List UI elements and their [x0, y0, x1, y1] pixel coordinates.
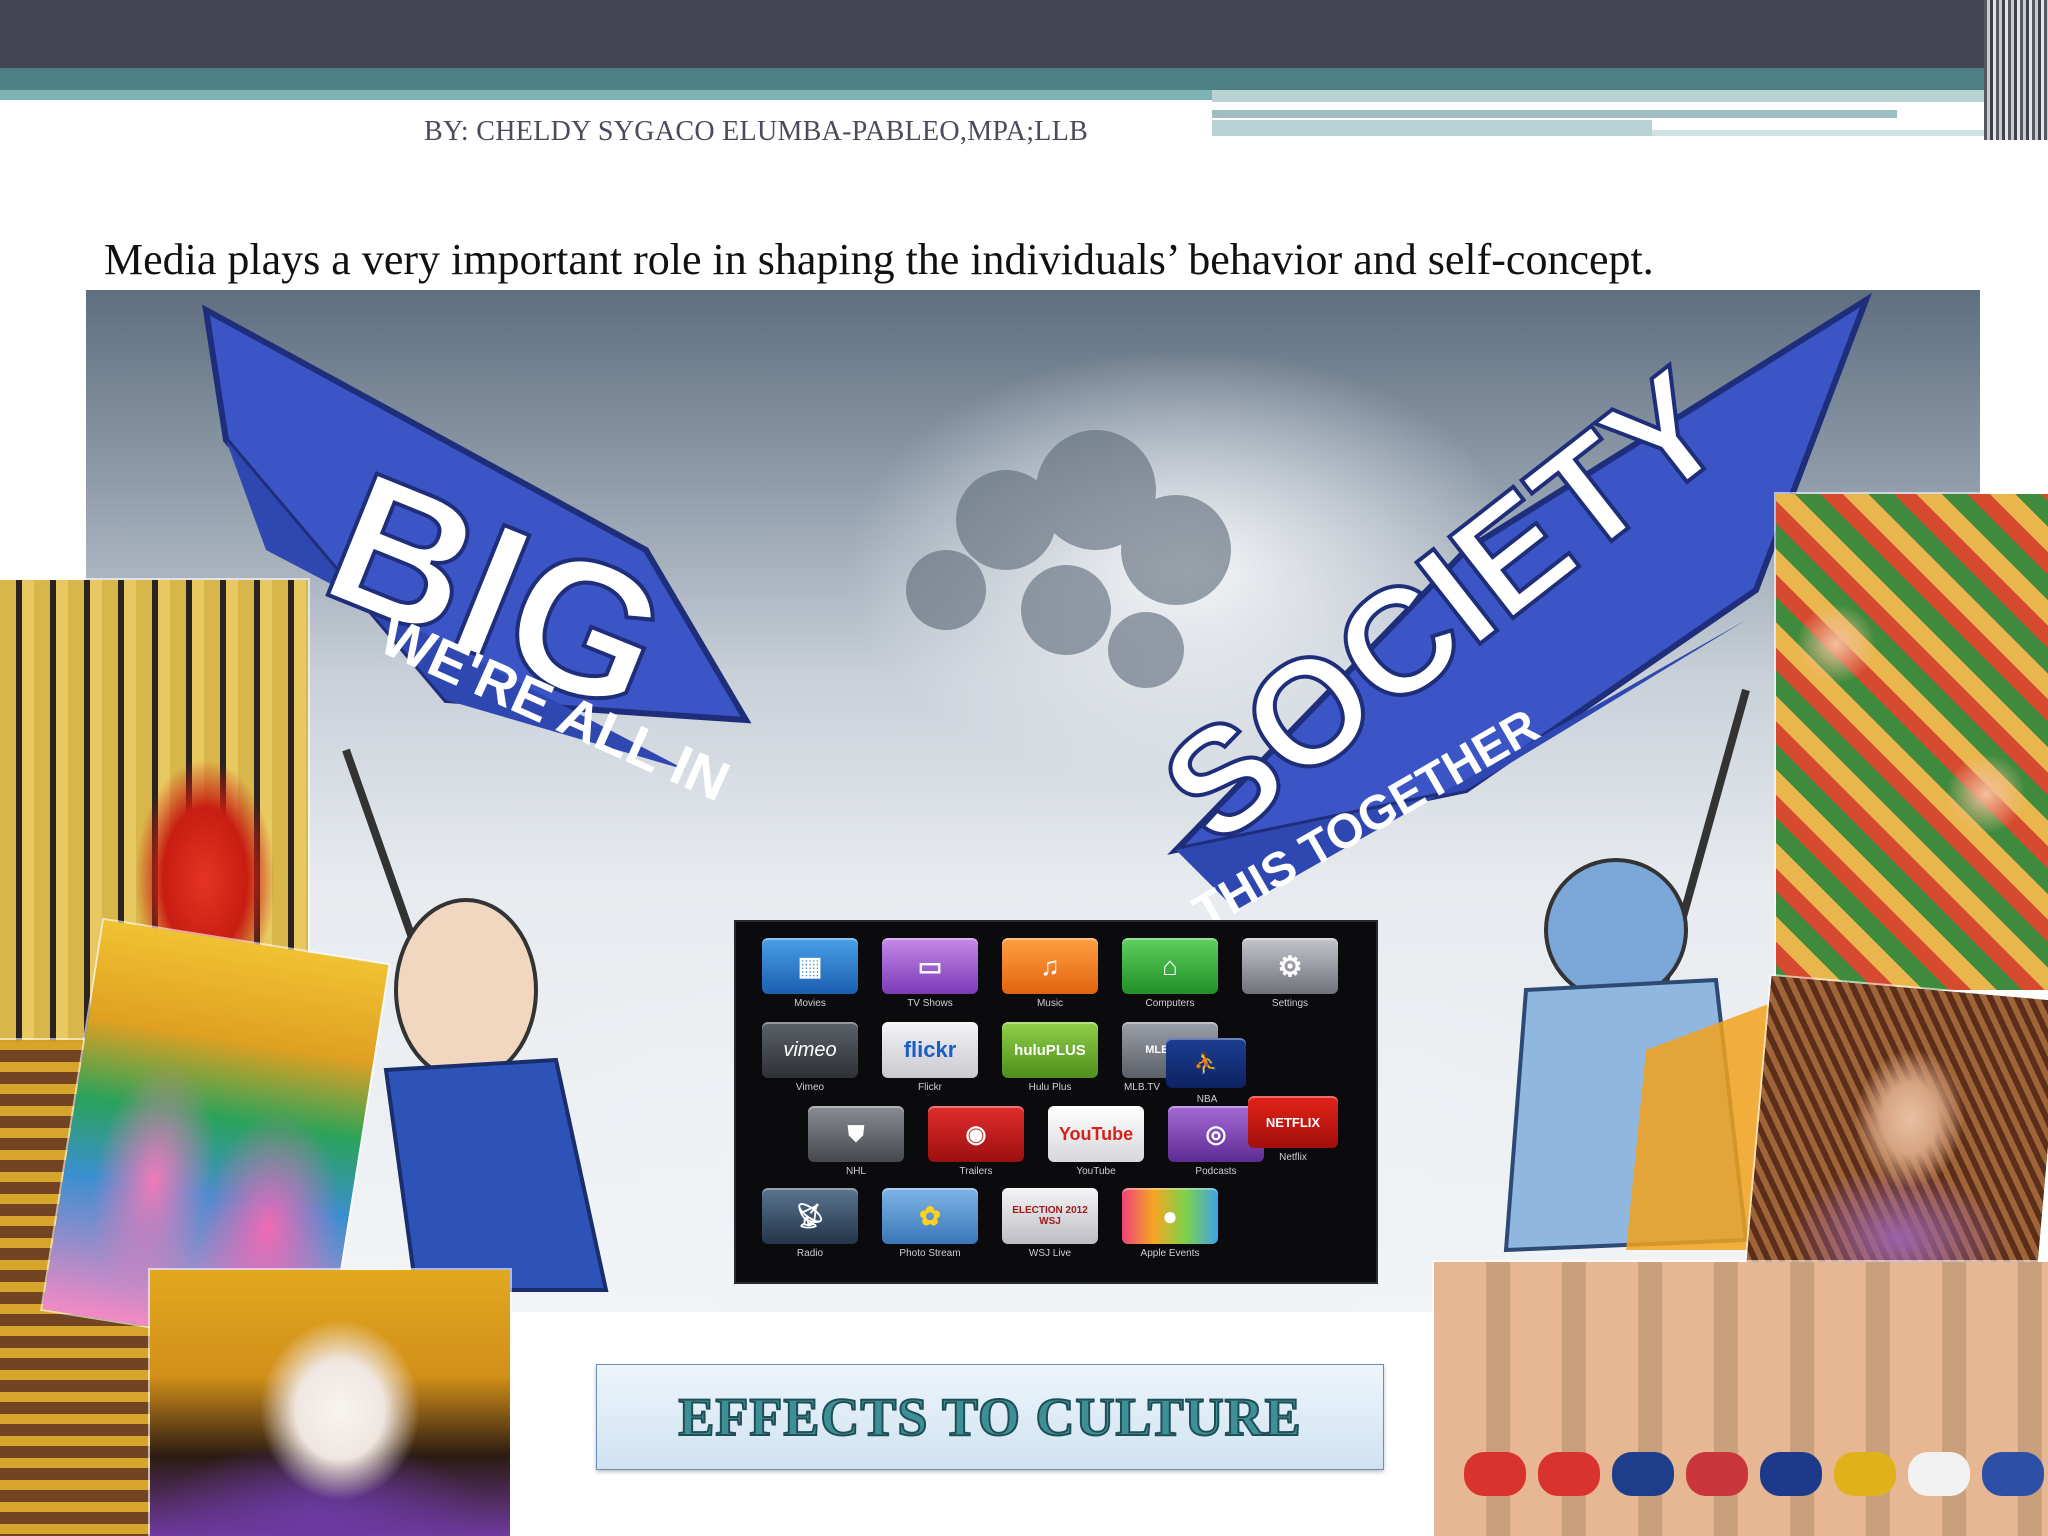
- flag-usa: [1464, 1452, 1526, 1496]
- movies-icon: ▦: [762, 938, 858, 994]
- nba-icon: ⛹: [1166, 1038, 1246, 1088]
- tv-label-movies: Movies: [794, 998, 826, 1009]
- effects-to-culture-title: EFFECTS TO CULTURE: [677, 1386, 1302, 1448]
- explosion-smoke: [906, 430, 1231, 688]
- tv-label-computers: Computers: [1145, 998, 1195, 1009]
- header-accent-line: [1212, 110, 1897, 118]
- header-accent-stripe-pale: [1212, 90, 2048, 102]
- geisha-photo: [150, 1270, 510, 1536]
- tv-label-hulu: Hulu Plus: [1028, 1082, 1072, 1093]
- flag-japan: [1908, 1452, 1970, 1496]
- tv-label-wsj-live: WSJ Live: [1028, 1248, 1072, 1259]
- slide-headline: Media plays a very important role in sha…: [104, 235, 1654, 284]
- tv-label-photo-stream: Photo Stream: [899, 1248, 961, 1259]
- tv-label-nba: NBA: [1196, 1094, 1218, 1105]
- youtube-icon: YouTube: [1048, 1106, 1144, 1162]
- header-accent-block: [1212, 120, 1652, 136]
- header-accent-stripe-light: [0, 90, 1212, 100]
- flag-australia: [1760, 1452, 1822, 1496]
- header-bar: [0, 0, 2048, 68]
- henna-hands-photo: [1745, 975, 2048, 1301]
- wsj-live-icon: ELECTION 2012 WSJ: [1002, 1188, 1098, 1244]
- cartoon-animals-photo: [1776, 494, 2048, 990]
- netflix-icon: NETFLIX: [1248, 1096, 1338, 1148]
- computers-icon: ⌂: [1122, 938, 1218, 994]
- tv-label-podcasts: Podcasts: [1195, 1166, 1237, 1177]
- tv-label-vimeo: Vimeo: [795, 1082, 825, 1093]
- tv-label-youtube: YouTube: [1076, 1166, 1116, 1177]
- trailers-icon: ◉: [928, 1106, 1024, 1162]
- tv-label-nhl: NHL: [845, 1166, 866, 1177]
- music-icon: ♫: [1002, 938, 1098, 994]
- vimeo-icon: vimeo: [762, 1022, 858, 1078]
- tv-label-trailers: Trailers: [959, 1166, 993, 1177]
- author-byline: BY: CHELDY SYGACO ELUMBA-PABLEO,MPA;LLB: [424, 116, 1089, 147]
- header-accent-stripe: [0, 68, 2048, 90]
- flag-usa-2: [1686, 1452, 1748, 1496]
- tv-shows-icon: ▭: [882, 938, 978, 994]
- effects-to-culture-title-box: EFFECTS TO CULTURE: [596, 1364, 1384, 1470]
- radio-icon: 📡︎: [762, 1188, 858, 1244]
- nhl-icon: ⛊: [808, 1106, 904, 1162]
- flag-germany: [1834, 1452, 1896, 1496]
- tv-label-tv-shows: TV Shows: [907, 998, 953, 1009]
- header-corner-stripes: [1984, 0, 2048, 140]
- tv-label-radio: Radio: [796, 1248, 824, 1259]
- tv-label-flickr: Flickr: [918, 1082, 942, 1093]
- tv-label-netflix: Netflix: [1279, 1152, 1307, 1163]
- hulu-plus-icon: huluPLUS: [1002, 1022, 1098, 1078]
- header-accent-highlight: [1652, 130, 2002, 136]
- flag-row: [1434, 1452, 2048, 1522]
- tv-label-mlb: MLB.TV: [1123, 1082, 1161, 1093]
- tv-label-music: Music: [1036, 998, 1064, 1009]
- flag-bodypaint-photo: [1434, 1262, 2048, 1536]
- settings-icon: ⚙: [1242, 938, 1338, 994]
- flag-red: [1538, 1452, 1600, 1496]
- flickr-icon: flickr: [882, 1022, 978, 1078]
- flag-uk: [1612, 1452, 1674, 1496]
- flag-blue: [1982, 1452, 2044, 1496]
- apple-events-icon: ●: [1122, 1188, 1218, 1244]
- apple-tv-menu-image: ▦ ▭ ♫ ⌂ ⚙ Movies TV Shows Music Computer…: [734, 920, 1378, 1284]
- tv-label-settings: Settings: [1271, 998, 1309, 1009]
- tv-label-apple-events: Apple Events: [1140, 1248, 1200, 1259]
- cartoon-politician-figure: [383, 898, 609, 1292]
- photo-stream-icon: ✿: [882, 1188, 978, 1244]
